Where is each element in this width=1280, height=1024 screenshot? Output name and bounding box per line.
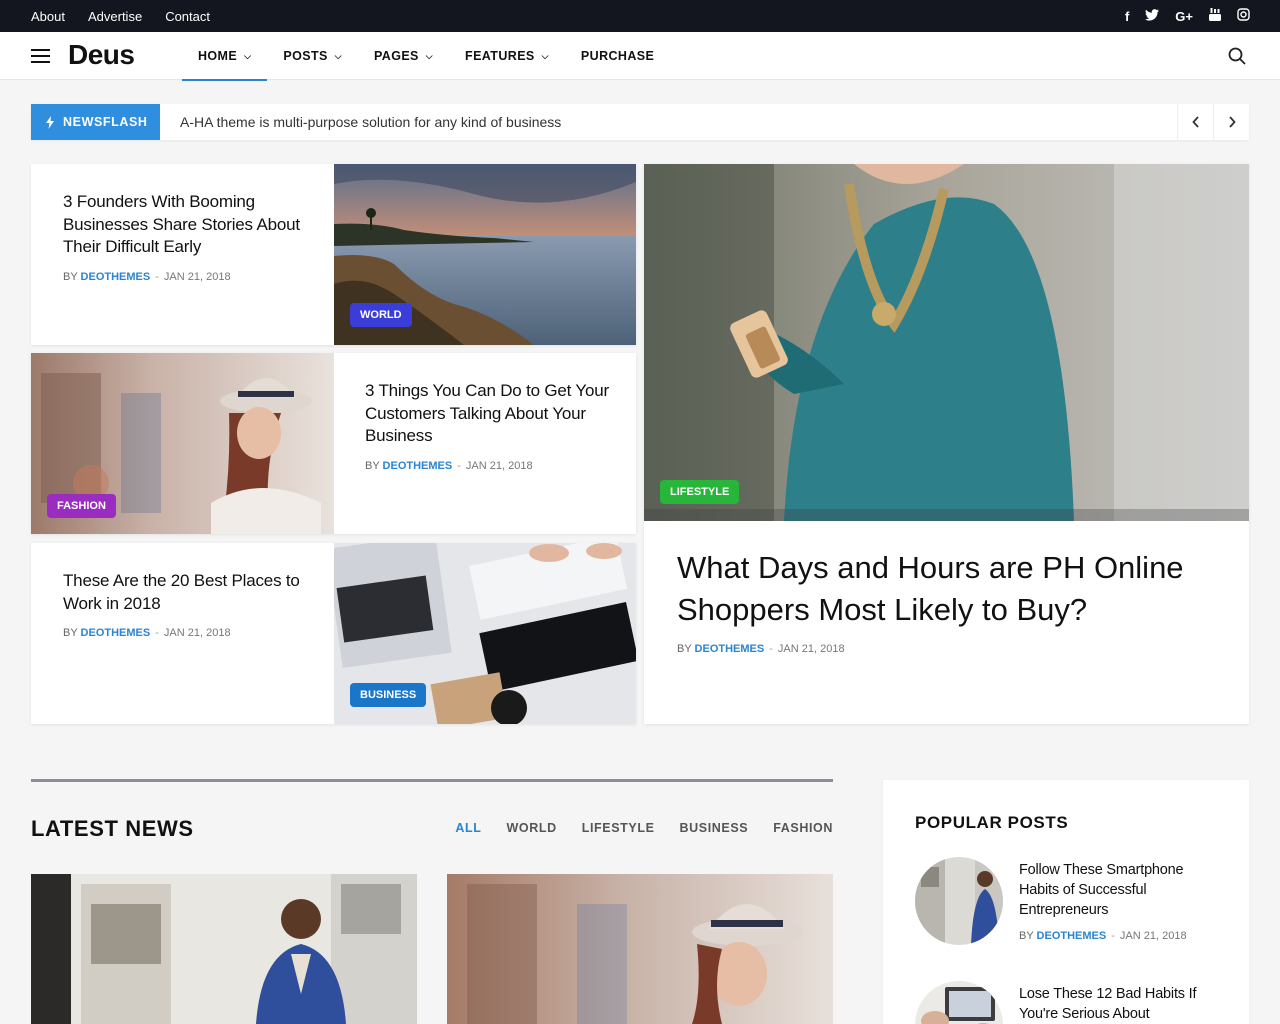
article-image[interactable]	[644, 164, 1249, 521]
site-logo[interactable]: Deus	[68, 39, 135, 71]
featured-card[interactable]: FASHION 3 Things You Can Do to Get Your …	[31, 353, 636, 534]
twitter-icon[interactable]	[1145, 8, 1160, 24]
chevron-down-icon: ⌵	[425, 50, 434, 61]
featured-card[interactable]: These Are the 20 Best Places to Work in …	[31, 543, 636, 724]
article-image[interactable]	[31, 874, 417, 1024]
latest-news-filters: ALL WORLD LIFESTYLE BUSINESS FASHION	[455, 821, 833, 835]
article-meta: BY DEOTHEMES - JAN 21, 2018	[1019, 930, 1187, 942]
filter-fashion[interactable]: FASHION	[773, 821, 833, 835]
article-title[interactable]: These Are the 20 Best Places to Work in …	[63, 570, 303, 615]
search-icon[interactable]	[1228, 47, 1246, 65]
filter-business[interactable]: BUSINESS	[680, 821, 749, 835]
newsflash-next-button[interactable]	[1213, 104, 1249, 140]
chevron-down-icon: ⌵	[244, 50, 252, 61]
lightning-icon	[46, 115, 54, 129]
popular-posts-title: POPULAR POSTS	[915, 813, 1069, 832]
featured-card[interactable]: 3 Founders With Booming Businesses Share…	[31, 164, 636, 345]
filter-all[interactable]: ALL	[455, 821, 481, 835]
category-tag[interactable]: WORLD	[350, 303, 412, 327]
post-date: JAN 21, 2018	[163, 627, 231, 639]
latest-news-card[interactable]	[447, 874, 833, 1024]
advertise-link[interactable]: Advertise	[88, 9, 142, 24]
author-link[interactable]: DEOTHEMES	[81, 627, 151, 639]
section-divider	[31, 779, 833, 782]
social-icons: f G+	[1125, 0, 1250, 32]
main-header: Deus HOME ⌵ POSTS ⌵ PAGES ⌵ FEATURES ⌵ PURCH…	[0, 32, 1280, 81]
post-date: JAN 21, 2018	[163, 270, 231, 283]
post-date: JAN 21, 2018	[777, 643, 845, 655]
category-tag[interactable]: FASHION	[47, 494, 116, 518]
top-bar: About Advertise Contact f G+	[0, 0, 1280, 32]
newsflash-prev-button[interactable]	[1177, 104, 1213, 140]
author-link[interactable]: DEOTHEMES	[81, 271, 151, 283]
top-links: About Advertise Contact	[31, 0, 210, 32]
nav-home[interactable]: HOME ⌵	[182, 32, 268, 81]
newsflash-bar: NEWSFLASH A-HA theme is multi-purpose so…	[31, 104, 1249, 140]
filter-lifestyle[interactable]: LIFESTYLE	[582, 821, 655, 835]
post-date: JAN 21, 2018	[465, 459, 533, 472]
popular-posts-widget: POPULAR POSTS Follow These Smartphone Ha…	[883, 780, 1249, 1024]
article-meta: BY DEOTHEMES - JAN 21, 2018	[365, 459, 533, 472]
chevron-down-icon: ⌵	[334, 50, 342, 61]
chevron-down-icon: ⌵	[541, 50, 549, 61]
author-link[interactable]: DEOTHEMES	[1037, 930, 1107, 942]
post-thumbnail[interactable]	[915, 857, 1003, 945]
filter-world[interactable]: WORLD	[507, 821, 557, 835]
article-meta: BY DEOTHEMES - JAN 21, 2018	[63, 627, 231, 639]
article-meta: BY DEOTHEMES - JAN 21, 2018	[63, 270, 231, 283]
hero-card[interactable]: LIFESTYLE What Days and Hours are PH Onl…	[644, 164, 1249, 724]
facebook-icon[interactable]: f	[1125, 9, 1129, 24]
contact-link[interactable]: Contact	[165, 9, 210, 24]
nav-purchase[interactable]: PURCHASE	[565, 32, 670, 80]
hero-title[interactable]: What Days and Hours are PH Online Shoppe…	[677, 547, 1217, 631]
main-nav: HOME ⌵ POSTS ⌵ PAGES ⌵ FEATURES ⌵ PURCHASE	[182, 32, 670, 81]
chevron-left-icon	[1191, 116, 1199, 128]
about-link[interactable]: About	[31, 9, 65, 24]
latest-news-title: LATEST NEWS	[31, 816, 194, 841]
nav-posts[interactable]: POSTS ⌵	[267, 32, 358, 80]
menu-icon[interactable]	[31, 49, 50, 63]
newsflash-text[interactable]: A-HA theme is multi-purpose solution for…	[180, 104, 561, 140]
post-title[interactable]: Follow These Smartphone Habits of Succes…	[1019, 860, 1219, 920]
author-link[interactable]: DEOTHEMES	[695, 643, 765, 655]
category-tag[interactable]: BUSINESS	[350, 683, 427, 707]
category-tag[interactable]: LIFESTYLE	[660, 480, 740, 504]
google-plus-icon[interactable]: G+	[1175, 9, 1193, 24]
youtube-icon[interactable]	[1209, 8, 1221, 24]
newsflash-badge: NEWSFLASH	[31, 104, 160, 140]
post-title[interactable]: Lose These 12 Bad Habits If You're Serio…	[1019, 984, 1219, 1024]
latest-news-card[interactable]	[31, 874, 417, 1024]
article-image[interactable]	[447, 874, 833, 1024]
nav-pages[interactable]: PAGES ⌵	[358, 32, 449, 80]
article-title[interactable]: 3 Founders With Booming Businesses Share…	[63, 191, 303, 259]
nav-features[interactable]: FEATURES ⌵	[449, 32, 565, 80]
newsflash-label: NEWSFLASH	[63, 115, 148, 129]
article-title[interactable]: 3 Things You Can Do to Get Your Customer…	[365, 380, 615, 448]
chevron-right-icon	[1228, 116, 1236, 128]
article-meta: BY DEOTHEMES - JAN 21, 2018	[677, 643, 845, 655]
post-thumbnail[interactable]	[915, 981, 1003, 1024]
instagram-icon[interactable]	[1237, 8, 1250, 24]
author-link[interactable]: DEOTHEMES	[383, 460, 453, 472]
post-date: JAN 21, 2018	[1119, 930, 1187, 942]
